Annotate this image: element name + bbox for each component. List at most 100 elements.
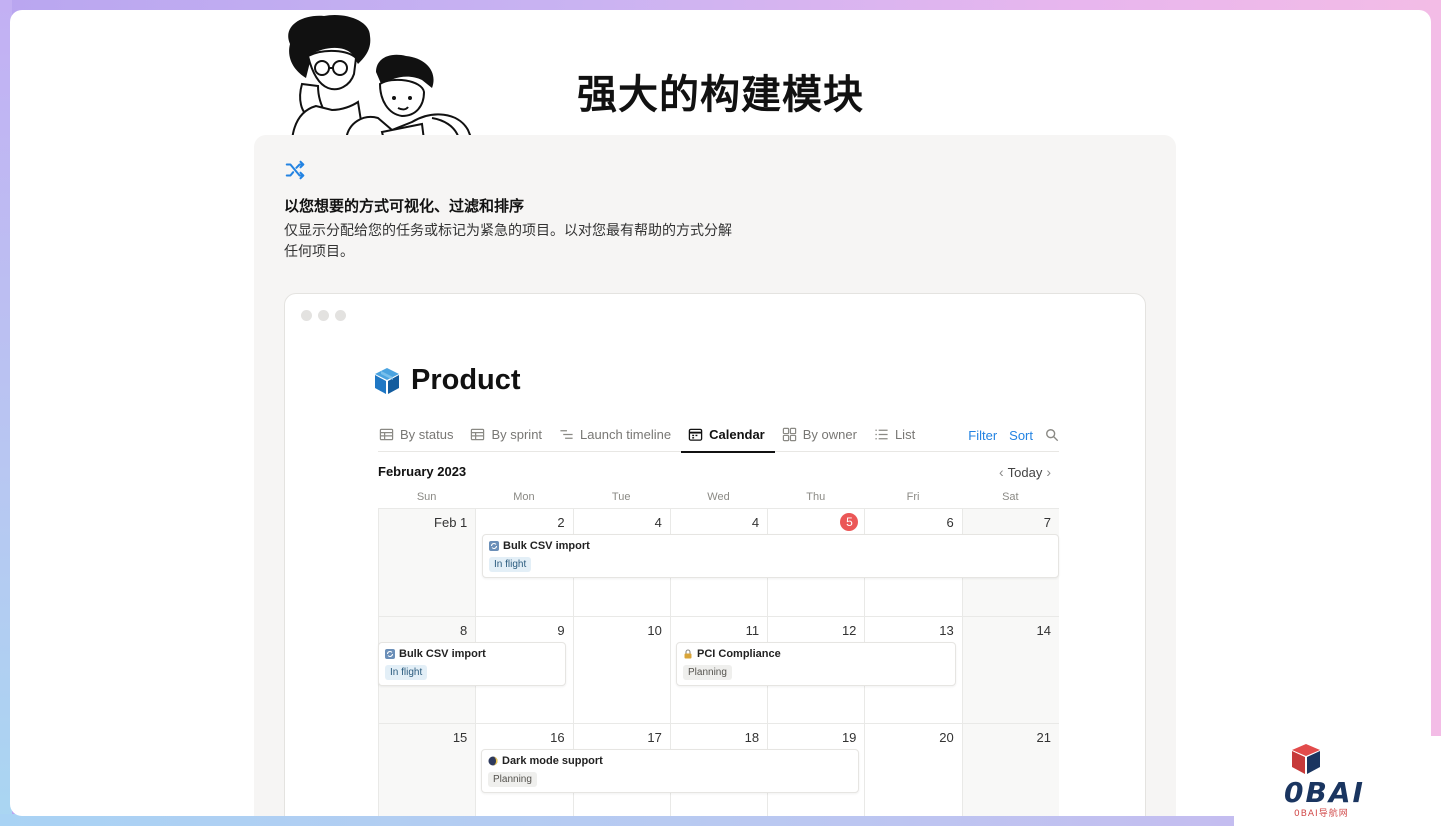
day-number: 15 [452,730,468,745]
event-title: Bulk CSV import [489,540,1052,552]
day-number: 6 [946,515,954,530]
table-icon [471,428,485,441]
day-number: 8 [460,622,468,638]
view-tabs: By status By sprint Launch timeline Cale… [378,418,1059,453]
day-number: 14 [1036,622,1051,638]
filter-button[interactable]: Filter [968,428,997,443]
shuffle-icon [285,160,305,180]
tab-label: Calendar [709,427,765,442]
tab-by-owner[interactable]: By owner [781,418,865,452]
sort-button[interactable]: Sort [1009,428,1033,443]
today-button[interactable]: Today [1008,465,1043,480]
calendar-week: 15 16 17 18 19 20 21 Dark mode support P… [378,723,1059,816]
lock-icon [684,648,692,658]
event-title: Bulk CSV import [385,648,559,660]
database-title: Product [373,364,521,397]
day-number: 21 [1036,730,1051,745]
day-number: 20 [939,730,954,745]
day-number: 10 [647,622,662,638]
tab-calendar[interactable]: Calendar [681,418,775,453]
calendar-event[interactable]: Dark mode support Planning [481,749,859,793]
tab-label: Launch timeline [580,427,672,442]
day-number: 2 [557,515,565,530]
search-icon[interactable] [1045,428,1059,442]
day-number: 19 [841,730,857,745]
day-number: 9 [557,622,565,638]
day-number: 4 [654,515,662,530]
event-title-label: Bulk CSV import [503,540,590,552]
day-number: Feb 1 [434,515,468,530]
status-badge: Planning [488,772,537,787]
status-badge: In flight [385,664,428,680]
event-title-label: PCI Compliance [697,647,781,660]
page-window: 强大的构建模块 以您想要的方式可视化、过滤和排序 仅显示分配给您的任务或标记为紧… [10,10,1431,816]
calendar-day[interactable]: 21 [961,723,1059,816]
calendar-week: 8 9 10 11 12 13 14 Bulk CSV import In fl… [378,615,1059,723]
calendar-day[interactable]: 20 [864,723,962,816]
calendar-month: February 2023 [378,464,467,479]
window-dot [335,310,346,321]
cube-icon [375,367,399,394]
list-icon [875,429,888,440]
timeline-icon [560,430,573,439]
day-number: 13 [939,622,954,638]
calendar-day[interactable]: Feb 1 [378,508,476,616]
database-title-label: Product [411,364,521,396]
calendar-day[interactable]: 15 [378,723,476,816]
brand-logo-icon [1292,744,1320,774]
tab-launch-timeline[interactable]: Launch timeline [558,418,679,452]
feature-panel: 以您想要的方式可视化、过滤和排序 仅显示分配给您的任务或标记为紧急的项目。以对您… [254,135,1176,816]
sync-icon [489,541,499,551]
feature-heading: 以您想要的方式可视化、过滤和排序 [284,197,525,215]
sync-icon [385,648,395,659]
calendar-event[interactable]: Bulk CSV import In flight [378,641,566,686]
weekday-label: Tue [611,491,631,503]
brand-watermark: 0BAI 0BAI导航网 [1234,736,1441,826]
status-badge: In flight [489,557,532,572]
weekday-label: Wed [707,491,730,503]
tab-by-status[interactable]: By status [378,418,461,452]
page-title: 强大的构建模块 [577,72,864,118]
calendar-grid: Feb 1 2 4 4 5 6 7 Bulk CSV import In fli… [378,508,1059,816]
day-number: 12 [841,622,857,638]
day-number: 11 [745,622,760,638]
tab-label: By owner [802,427,857,442]
brand-subtitle: 0BAI导航网 [1294,809,1349,819]
window-dot [301,310,312,321]
weekday-label: Sat [1002,491,1019,503]
view-actions: Filter Sort [968,418,1059,452]
weekday-label: Fri [906,491,920,503]
event-title: Dark mode support [488,755,852,767]
tab-by-sprint[interactable]: By sprint [469,418,550,452]
calendar-week: Feb 1 2 4 4 5 6 7 Bulk CSV import In fli… [378,508,1059,616]
calendar-day[interactable]: 10 [572,615,670,723]
calendar-event[interactable]: Bulk CSV import In flight [482,534,1059,578]
tab-label: List [894,427,916,442]
day-number: 17 [647,730,662,745]
chevron-left-icon[interactable]: ‹ [999,464,1004,480]
day-number: 18 [744,730,760,745]
window-dot [318,310,329,321]
calendar-event[interactable]: PCI Compliance Planning [676,641,956,686]
weekday-label: Sun [416,491,437,503]
chevron-right-icon[interactable]: › [1046,464,1051,480]
gallery-icon [782,427,796,442]
tab-label: By status [400,427,454,442]
day-number: 7 [1043,515,1051,530]
moon-icon [488,756,498,766]
event-title: PCI Compliance [683,648,949,660]
brand-name: 0BAI [1284,776,1365,809]
today-badge: 5 [840,513,859,531]
event-title-label: Bulk CSV import [399,647,486,660]
feature-description: 仅显示分配给您的任务或标记为紧急的项目。以对您最有帮助的方式分解任何项目。 [284,223,732,260]
calendar-navigation: ‹ Today › [999,464,1051,480]
day-number: 4 [751,515,760,530]
calendar-day[interactable]: 14 [961,615,1059,723]
tab-label: By sprint [491,427,543,442]
status-badge: Planning [683,664,732,680]
day-number: 16 [550,730,565,745]
tab-list[interactable]: List [873,418,923,452]
weekday-label: Mon [513,491,535,503]
window-controls [301,310,346,321]
weekday-label: Thu [806,491,826,503]
